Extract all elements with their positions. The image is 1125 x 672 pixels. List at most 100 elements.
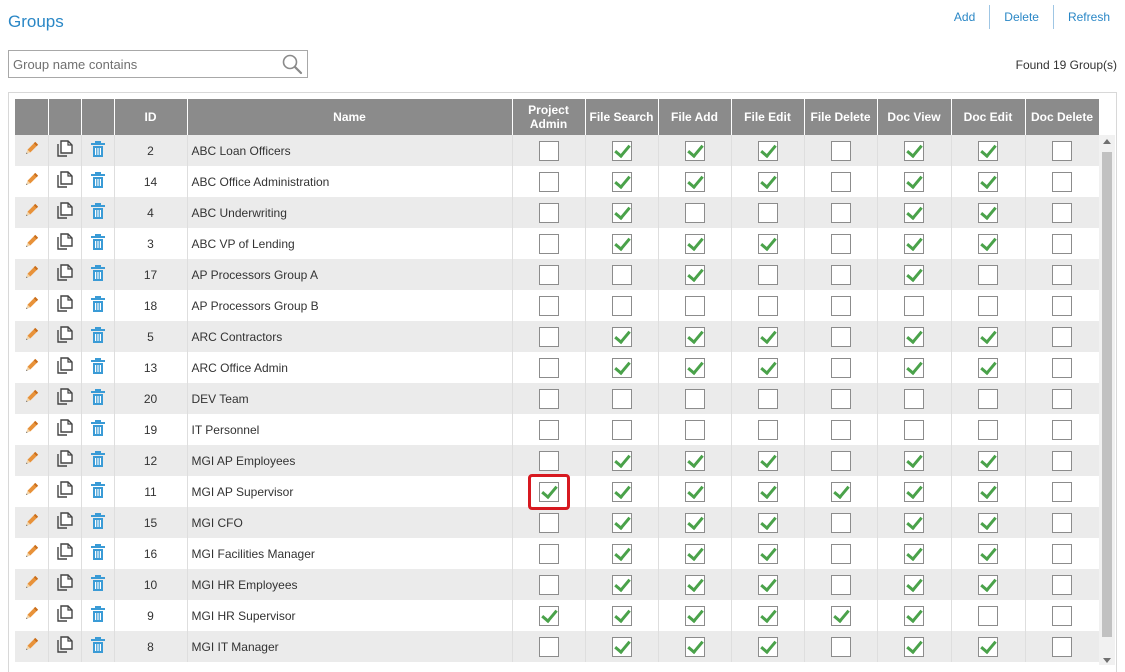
- scroll-up-arrow[interactable]: [1103, 139, 1111, 144]
- pencil-icon[interactable]: [22, 326, 40, 347]
- doc-delete-checkbox[interactable]: [1052, 202, 1072, 223]
- file-add-checkbox[interactable]: [684, 605, 705, 626]
- edit-cell[interactable]: [15, 476, 49, 507]
- doc-view-checkbox[interactable]: [904, 419, 924, 440]
- copy-cell[interactable]: [48, 259, 82, 290]
- project-admin-checkbox[interactable]: [538, 574, 559, 595]
- doc-delete-checkbox[interactable]: [1052, 574, 1072, 595]
- col-header-file-delete[interactable]: File Delete: [804, 99, 878, 135]
- file-edit-checkbox[interactable]: [757, 233, 778, 254]
- table-row[interactable]: 8 MGI IT Manager: [15, 631, 1100, 662]
- copy-icon[interactable]: [56, 543, 74, 564]
- col-header-doc-delete[interactable]: Doc Delete: [1025, 99, 1100, 135]
- file-search-checkbox[interactable]: [611, 512, 632, 533]
- table-row[interactable]: 17 AP Processors Group A: [15, 259, 1100, 290]
- project-admin-checkbox[interactable]: [538, 233, 559, 254]
- doc-delete-checkbox[interactable]: [1052, 512, 1072, 533]
- table-row[interactable]: 13 ARC Office Admin: [15, 352, 1100, 383]
- file-add-checkbox[interactable]: [684, 543, 705, 564]
- file-edit-checkbox[interactable]: [757, 171, 778, 192]
- file-delete-checkbox[interactable]: [830, 450, 851, 471]
- doc-delete-checkbox[interactable]: [1052, 481, 1072, 502]
- delete-cell[interactable]: [81, 507, 115, 538]
- doc-view-checkbox[interactable]: [904, 636, 924, 657]
- copy-cell[interactable]: [48, 228, 82, 259]
- scroll-thumb[interactable]: [1102, 152, 1112, 637]
- doc-edit-checkbox[interactable]: [978, 202, 998, 223]
- doc-edit-checkbox[interactable]: [978, 481, 998, 502]
- delete-cell[interactable]: [81, 197, 115, 228]
- copy-cell[interactable]: [48, 476, 82, 507]
- file-add-checkbox[interactable]: [684, 140, 705, 161]
- edit-cell[interactable]: [15, 321, 49, 352]
- pencil-icon[interactable]: [22, 574, 40, 595]
- copy-icon[interactable]: [56, 574, 74, 595]
- project-admin-checkbox[interactable]: [538, 295, 559, 316]
- trash-icon[interactable]: [89, 171, 107, 192]
- copy-cell[interactable]: [48, 166, 82, 197]
- project-admin-checkbox[interactable]: [538, 264, 559, 285]
- project-admin-checkbox[interactable]: [538, 357, 559, 378]
- trash-icon[interactable]: [89, 388, 107, 409]
- table-row[interactable]: 19 IT Personnel: [15, 414, 1100, 445]
- col-header-file-add[interactable]: File Add: [658, 99, 732, 135]
- doc-view-checkbox[interactable]: [904, 481, 924, 502]
- trash-icon[interactable]: [89, 450, 107, 471]
- project-admin-checkbox[interactable]: [538, 605, 559, 626]
- doc-edit-checkbox[interactable]: [978, 574, 998, 595]
- edit-cell[interactable]: [15, 383, 49, 414]
- delete-cell[interactable]: [81, 631, 115, 662]
- file-edit-checkbox[interactable]: [757, 543, 778, 564]
- vertical-scrollbar[interactable]: [1099, 135, 1115, 665]
- table-row[interactable]: 3 ABC VP of Lending: [15, 228, 1100, 259]
- doc-delete-checkbox[interactable]: [1052, 357, 1072, 378]
- doc-delete-checkbox[interactable]: [1052, 326, 1072, 347]
- col-header-name[interactable]: Name: [187, 99, 513, 135]
- delete-cell[interactable]: [81, 600, 115, 631]
- file-add-checkbox[interactable]: [684, 295, 705, 316]
- delete-cell[interactable]: [81, 414, 115, 445]
- copy-icon[interactable]: [56, 140, 74, 161]
- project-admin-checkbox[interactable]: [538, 419, 559, 440]
- copy-icon[interactable]: [56, 264, 74, 285]
- copy-icon[interactable]: [56, 481, 74, 502]
- project-admin-checkbox[interactable]: [538, 140, 559, 161]
- doc-view-checkbox[interactable]: [904, 357, 924, 378]
- pencil-icon[interactable]: [22, 140, 40, 161]
- table-row[interactable]: 2 ABC Loan Officers: [15, 135, 1100, 166]
- file-add-checkbox[interactable]: [684, 450, 705, 471]
- file-delete-checkbox[interactable]: [830, 419, 851, 440]
- pencil-icon[interactable]: [22, 233, 40, 254]
- file-search-checkbox[interactable]: [611, 326, 632, 347]
- file-edit-checkbox[interactable]: [757, 481, 778, 502]
- pencil-icon[interactable]: [22, 202, 40, 223]
- delete-cell[interactable]: [81, 228, 115, 259]
- delete-cell[interactable]: [81, 538, 115, 569]
- file-search-checkbox[interactable]: [611, 233, 632, 254]
- copy-cell[interactable]: [48, 631, 82, 662]
- copy-icon[interactable]: [56, 171, 74, 192]
- doc-edit-checkbox[interactable]: [978, 171, 998, 192]
- trash-icon[interactable]: [89, 605, 107, 626]
- doc-view-checkbox[interactable]: [904, 388, 924, 409]
- copy-cell[interactable]: [48, 321, 82, 352]
- copy-icon[interactable]: [56, 388, 74, 409]
- copy-icon[interactable]: [56, 450, 74, 471]
- file-edit-checkbox[interactable]: [757, 388, 778, 409]
- file-search-checkbox[interactable]: [611, 357, 632, 378]
- table-row[interactable]: 12 MGI AP Employees: [15, 445, 1100, 476]
- project-admin-checkbox[interactable]: [538, 171, 559, 192]
- trash-icon[interactable]: [89, 264, 107, 285]
- trash-icon[interactable]: [89, 357, 107, 378]
- file-search-checkbox[interactable]: [611, 419, 632, 440]
- table-row[interactable]: 4 ABC Underwriting: [15, 197, 1100, 228]
- project-admin-checkbox[interactable]: [538, 481, 559, 502]
- doc-edit-checkbox[interactable]: [978, 233, 998, 254]
- delete-cell[interactable]: [81, 445, 115, 476]
- search-input[interactable]: [9, 51, 269, 77]
- pencil-icon[interactable]: [22, 636, 40, 657]
- doc-view-checkbox[interactable]: [904, 543, 924, 564]
- file-add-checkbox[interactable]: [684, 202, 705, 223]
- col-header-doc-view[interactable]: Doc View: [877, 99, 952, 135]
- file-add-checkbox[interactable]: [684, 636, 705, 657]
